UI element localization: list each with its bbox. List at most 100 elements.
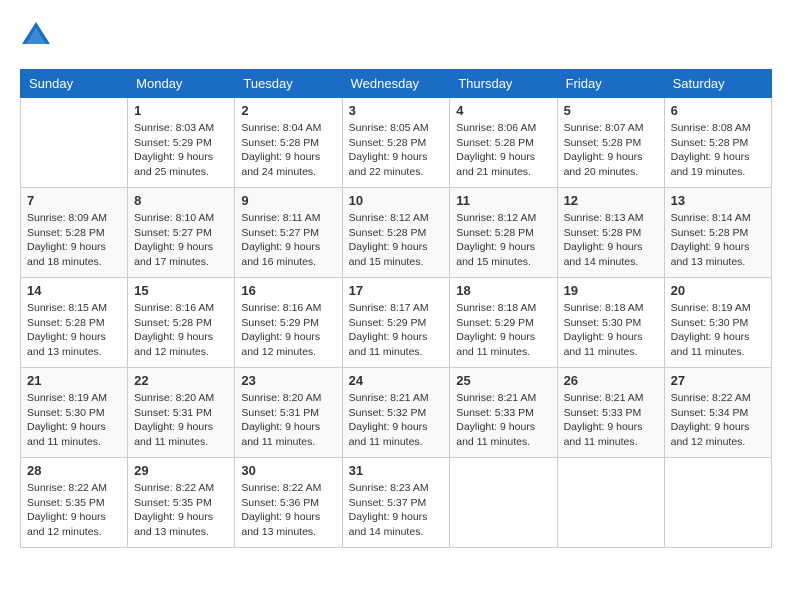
calendar-cell: 8 Sunrise: 8:10 AM Sunset: 5:27 PM Daylig… [128, 188, 235, 278]
calendar-cell: 16Sunrise: 8:16 AM Sunset: 5:29 PM Dayli… [235, 278, 342, 368]
calendar-cell: 18Sunrise: 8:18 AM Sunset: 5:29 PM Dayli… [450, 278, 557, 368]
logo [20, 20, 56, 53]
day-info: Sunrise: 8:19 AM Sunset: 5:30 PM Dayligh… [671, 301, 765, 360]
calendar-cell: 25 Sunrise: 8:21 AM Sunset: 5:33 PM Dayli… [450, 368, 557, 458]
day-info: Sunrise: 8:16 AM Sunset: 5:28 PM Dayligh… [134, 301, 228, 360]
day-info: Sunrise: 8:22 AM Sunset: 5:35 PM Dayligh… [134, 481, 228, 540]
day-info: Sunrise: 8:22 AM Sunset: 5:36 PM Dayligh… [241, 481, 335, 540]
day-number: 2 [241, 103, 335, 118]
calendar-cell: 5 Sunrise: 8:07 AM Sunset: 5:28 PM Daylig… [557, 98, 664, 188]
calendar-cell: 31 Sunrise: 8:23 AM Sunset: 5:37 PM Dayli… [342, 458, 450, 548]
logo-icon [20, 20, 52, 53]
calendar-cell: 10 Sunrise: 8:12 AM Sunset: 5:28 PM Dayli… [342, 188, 450, 278]
week-row-4: 21Sunrise: 8:19 AM Sunset: 5:30 PM Dayli… [21, 368, 772, 458]
calendar-cell: 13 Sunrise: 8:14 AM Sunset: 5:28 PM Dayli… [664, 188, 771, 278]
day-info: Sunrise: 8:14 AM Sunset: 5:28 PM Dayligh… [671, 211, 765, 270]
day-info: Sunrise: 8:17 AM Sunset: 5:29 PM Dayligh… [349, 301, 444, 360]
day-number: 17 [349, 283, 444, 298]
weekday-header-wednesday: Wednesday [342, 70, 450, 98]
day-info: Sunrise: 8:22 AM Sunset: 5:35 PM Dayligh… [27, 481, 121, 540]
day-number: 22 [134, 373, 228, 388]
day-info: Sunrise: 8:18 AM Sunset: 5:30 PM Dayligh… [564, 301, 658, 360]
weekday-header-friday: Friday [557, 70, 664, 98]
day-number: 5 [564, 103, 658, 118]
day-number: 9 [241, 193, 335, 208]
calendar-cell: 28 Sunrise: 8:22 AM Sunset: 5:35 PM Dayli… [21, 458, 128, 548]
calendar-cell [21, 98, 128, 188]
calendar-cell [450, 458, 557, 548]
day-info: Sunrise: 8:07 AM Sunset: 5:28 PM Dayligh… [564, 121, 658, 180]
day-info: Sunrise: 8:12 AM Sunset: 5:28 PM Dayligh… [456, 211, 550, 270]
day-info: Sunrise: 8:04 AM Sunset: 5:28 PM Dayligh… [241, 121, 335, 180]
page-header [20, 20, 772, 53]
day-number: 16 [241, 283, 335, 298]
calendar-cell: 6 Sunrise: 8:08 AM Sunset: 5:28 PM Daylig… [664, 98, 771, 188]
weekday-header-monday: Monday [128, 70, 235, 98]
calendar-cell: 24 Sunrise: 8:21 AM Sunset: 5:32 PM Dayli… [342, 368, 450, 458]
day-info: Sunrise: 8:21 AM Sunset: 5:32 PM Dayligh… [349, 391, 444, 450]
day-number: 7 [27, 193, 121, 208]
calendar-cell: 30 Sunrise: 8:22 AM Sunset: 5:36 PM Dayli… [235, 458, 342, 548]
calendar-table: SundayMondayTuesdayWednesdayThursdayFrid… [20, 69, 772, 548]
day-number: 3 [349, 103, 444, 118]
weekday-header-thursday: Thursday [450, 70, 557, 98]
calendar-cell: 27 Sunrise: 8:22 AM Sunset: 5:34 PM Dayli… [664, 368, 771, 458]
calendar-cell: 12Sunrise: 8:13 AM Sunset: 5:28 PM Dayli… [557, 188, 664, 278]
day-number: 24 [349, 373, 444, 388]
calendar-cell: 21Sunrise: 8:19 AM Sunset: 5:30 PM Dayli… [21, 368, 128, 458]
day-info: Sunrise: 8:21 AM Sunset: 5:33 PM Dayligh… [564, 391, 658, 450]
day-info: Sunrise: 8:20 AM Sunset: 5:31 PM Dayligh… [134, 391, 228, 450]
day-number: 10 [349, 193, 444, 208]
day-info: Sunrise: 8:20 AM Sunset: 5:31 PM Dayligh… [241, 391, 335, 450]
day-info: Sunrise: 8:09 AM Sunset: 5:28 PM Dayligh… [27, 211, 121, 270]
day-info: Sunrise: 8:03 AM Sunset: 5:29 PM Dayligh… [134, 121, 228, 180]
day-number: 1 [134, 103, 228, 118]
day-info: Sunrise: 8:05 AM Sunset: 5:28 PM Dayligh… [349, 121, 444, 180]
calendar-cell: 9 Sunrise: 8:11 AM Sunset: 5:27 PM Daylig… [235, 188, 342, 278]
day-number: 20 [671, 283, 765, 298]
week-row-5: 28 Sunrise: 8:22 AM Sunset: 5:35 PM Dayli… [21, 458, 772, 548]
calendar-cell: 29Sunrise: 8:22 AM Sunset: 5:35 PM Dayli… [128, 458, 235, 548]
day-info: Sunrise: 8:11 AM Sunset: 5:27 PM Dayligh… [241, 211, 335, 270]
weekday-header-tuesday: Tuesday [235, 70, 342, 98]
day-number: 23 [241, 373, 335, 388]
day-number: 31 [349, 463, 444, 478]
calendar-cell: 4 Sunrise: 8:06 AM Sunset: 5:28 PM Daylig… [450, 98, 557, 188]
day-number: 26 [564, 373, 658, 388]
week-row-1: 1 Sunrise: 8:03 AM Sunset: 5:29 PM Daylig… [21, 98, 772, 188]
day-number: 11 [456, 193, 550, 208]
calendar-cell: 3 Sunrise: 8:05 AM Sunset: 5:28 PM Daylig… [342, 98, 450, 188]
day-number: 28 [27, 463, 121, 478]
day-info: Sunrise: 8:23 AM Sunset: 5:37 PM Dayligh… [349, 481, 444, 540]
week-row-2: 7 Sunrise: 8:09 AM Sunset: 5:28 PM Daylig… [21, 188, 772, 278]
calendar-cell: 26 Sunrise: 8:21 AM Sunset: 5:33 PM Dayli… [557, 368, 664, 458]
day-number: 27 [671, 373, 765, 388]
weekday-header-row: SundayMondayTuesdayWednesdayThursdayFrid… [21, 70, 772, 98]
day-number: 19 [564, 283, 658, 298]
day-info: Sunrise: 8:12 AM Sunset: 5:28 PM Dayligh… [349, 211, 444, 270]
calendar-cell: 1 Sunrise: 8:03 AM Sunset: 5:29 PM Daylig… [128, 98, 235, 188]
day-number: 30 [241, 463, 335, 478]
day-number: 13 [671, 193, 765, 208]
calendar-cell: 20 Sunrise: 8:19 AM Sunset: 5:30 PM Dayli… [664, 278, 771, 368]
weekday-header-sunday: Sunday [21, 70, 128, 98]
day-number: 8 [134, 193, 228, 208]
day-number: 6 [671, 103, 765, 118]
day-info: Sunrise: 8:10 AM Sunset: 5:27 PM Dayligh… [134, 211, 228, 270]
day-number: 4 [456, 103, 550, 118]
day-info: Sunrise: 8:22 AM Sunset: 5:34 PM Dayligh… [671, 391, 765, 450]
calendar-cell: 14Sunrise: 8:15 AM Sunset: 5:28 PM Dayli… [21, 278, 128, 368]
day-info: Sunrise: 8:15 AM Sunset: 5:28 PM Dayligh… [27, 301, 121, 360]
calendar-cell: 15 Sunrise: 8:16 AM Sunset: 5:28 PM Dayli… [128, 278, 235, 368]
day-info: Sunrise: 8:08 AM Sunset: 5:28 PM Dayligh… [671, 121, 765, 180]
calendar-cell: 2 Sunrise: 8:04 AM Sunset: 5:28 PM Daylig… [235, 98, 342, 188]
calendar-cell [557, 458, 664, 548]
day-info: Sunrise: 8:19 AM Sunset: 5:30 PM Dayligh… [27, 391, 121, 450]
day-info: Sunrise: 8:06 AM Sunset: 5:28 PM Dayligh… [456, 121, 550, 180]
day-info: Sunrise: 8:21 AM Sunset: 5:33 PM Dayligh… [456, 391, 550, 450]
calendar-cell: 17 Sunrise: 8:17 AM Sunset: 5:29 PM Dayli… [342, 278, 450, 368]
week-row-3: 14Sunrise: 8:15 AM Sunset: 5:28 PM Dayli… [21, 278, 772, 368]
day-number: 25 [456, 373, 550, 388]
day-number: 15 [134, 283, 228, 298]
calendar-cell: 23 Sunrise: 8:20 AM Sunset: 5:31 PM Dayli… [235, 368, 342, 458]
